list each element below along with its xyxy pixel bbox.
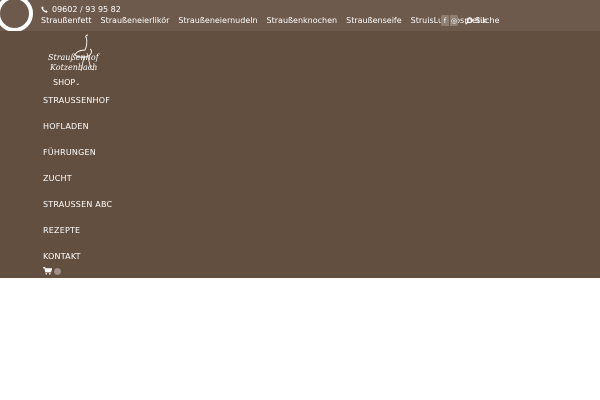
topnav-item-straussenneiernudeln[interactable]: Straußeneiernudeln bbox=[178, 16, 257, 25]
nav-item-fuehrungen[interactable]: FÜHRUNGEN bbox=[43, 140, 112, 166]
phone-contact[interactable]: 09602 / 93 95 82 bbox=[41, 5, 121, 14]
topnav-item-straussenseife[interactable]: Straußenseife bbox=[346, 16, 402, 25]
phone-icon bbox=[41, 6, 48, 13]
social-links: f ◎ bbox=[441, 15, 458, 26]
cart-count-badge bbox=[54, 267, 61, 275]
chevron-down-icon: ⌄ bbox=[75, 80, 81, 87]
search-link[interactable]: Suche bbox=[465, 16, 500, 25]
search-label[interactable]: Suche bbox=[475, 16, 500, 25]
nav-item-straussenhof[interactable]: STRAUSSENHOF bbox=[43, 88, 112, 114]
instagram-icon[interactable]: ◎ bbox=[450, 15, 458, 26]
main-nav-list: STRAUSSENHOF HOFLADEN FÜHRUNGEN ZUCHT ST… bbox=[43, 88, 112, 270]
nav-item-hofladen[interactable]: HOFLADEN bbox=[43, 114, 112, 140]
product-nav: Straußenfett Straußeneierlikör Straußene… bbox=[41, 16, 487, 25]
site-logo[interactable]: Straußenhof Kotzenbach bbox=[46, 33, 110, 77]
shop-label[interactable]: SHOP bbox=[53, 78, 75, 87]
topnav-item-straussenneierlikoer[interactable]: Straußeneierlikör bbox=[101, 16, 170, 25]
logo-text-1: Straußenhof bbox=[48, 53, 101, 62]
phone-number[interactable]: 09602 / 93 95 82 bbox=[52, 5, 121, 14]
facebook-icon[interactable]: f bbox=[441, 15, 449, 26]
cart-button[interactable] bbox=[43, 267, 61, 275]
shop-menu[interactable]: SHOP⌄ bbox=[53, 78, 80, 87]
nav-item-straussen-abc[interactable]: STRAUSSEN ABC bbox=[43, 192, 112, 218]
topnav-item-straussenfett[interactable]: Straußenfett bbox=[41, 16, 92, 25]
ostrich-logo-icon: Straußenhof Kotzenbach bbox=[48, 34, 101, 72]
cart-icon bbox=[43, 267, 52, 275]
nav-item-zucht[interactable]: ZUCHT bbox=[43, 166, 112, 192]
main-navigation: Straußenhof Kotzenbach SHOP⌄ STRAUSSENHO… bbox=[0, 31, 600, 278]
loading-indicator bbox=[0, 0, 33, 32]
nav-item-rezepte[interactable]: REZEPTE bbox=[43, 218, 112, 244]
top-bar: 09602 / 93 95 82 Straußenfett Straußenei… bbox=[0, 0, 600, 32]
search-icon bbox=[465, 16, 473, 25]
logo-text-2: Kotzenbach bbox=[49, 63, 97, 72]
topnav-item-straussenknochen[interactable]: Straußenknochen bbox=[267, 16, 338, 25]
